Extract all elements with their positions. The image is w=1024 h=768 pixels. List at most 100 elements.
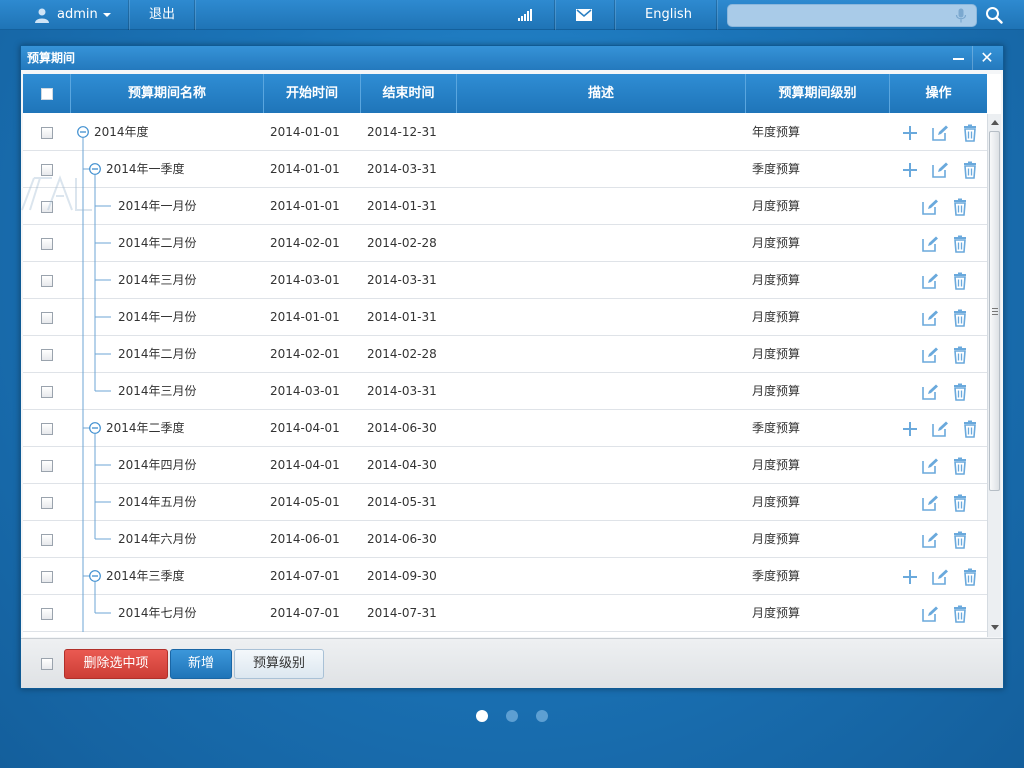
row-checkbox[interactable]	[41, 385, 53, 398]
user-menu[interactable]: admin	[57, 0, 111, 30]
budget-level-button[interactable]: 预算级别	[234, 649, 324, 679]
table-row[interactable]: 2014年七月份 2014-07-01 2014-07-31 月度预算	[23, 595, 987, 632]
add-button[interactable]: 新增	[170, 649, 232, 679]
row-checkbox-cell	[23, 558, 71, 594]
table-row[interactable]: 2014年三季度 2014-07-01 2014-09-30 季度预算	[23, 558, 987, 595]
row-checkbox[interactable]	[41, 459, 53, 472]
row-checkbox[interactable]	[41, 237, 53, 250]
table-row[interactable]: 2014年六月份 2014-06-01 2014-06-30 月度预算	[23, 521, 987, 558]
table-row[interactable]: 2014年五月份 2014-05-01 2014-05-31 月度预算	[23, 484, 987, 521]
edit-icon[interactable]	[921, 272, 939, 290]
row-checkbox[interactable]	[41, 570, 53, 583]
trash-icon[interactable]	[961, 161, 979, 179]
edit-icon[interactable]	[931, 124, 949, 142]
search-input[interactable]	[727, 4, 977, 27]
edit-icon[interactable]	[921, 457, 939, 475]
edit-icon[interactable]	[921, 494, 939, 512]
pager-dot-2[interactable]	[506, 710, 518, 722]
row-checkbox[interactable]	[41, 274, 53, 287]
edit-icon[interactable]	[921, 235, 939, 253]
row-actions	[891, 188, 987, 224]
scroll-up-button[interactable]	[988, 116, 1001, 130]
add-child-icon[interactable]	[901, 420, 919, 438]
collapse-toggle-icon[interactable]	[89, 163, 101, 175]
row-checkbox[interactable]	[41, 348, 53, 361]
trash-icon[interactable]	[951, 383, 969, 401]
trash-icon[interactable]	[951, 198, 969, 216]
trash-icon[interactable]	[951, 531, 969, 549]
edit-icon[interactable]	[921, 346, 939, 364]
row-checkbox[interactable]	[41, 163, 53, 176]
mail-icon[interactable]	[576, 9, 592, 21]
table-row[interactable]: 2014年三月份 2014-03-01 2014-03-31 月度预算	[23, 262, 987, 299]
row-checkbox[interactable]	[41, 311, 53, 324]
trash-icon[interactable]	[951, 494, 969, 512]
row-checkbox[interactable]	[41, 496, 53, 509]
delete-selected-button[interactable]: 删除选中项	[64, 649, 168, 679]
edit-icon[interactable]	[921, 605, 939, 623]
trash-icon[interactable]	[951, 235, 969, 253]
start-date: 2014-04-01	[270, 421, 340, 435]
trash-icon[interactable]	[961, 568, 979, 586]
scroll-thumb[interactable]	[989, 131, 1000, 491]
column-header-end[interactable]: 结束时间	[361, 74, 457, 113]
trash-icon[interactable]	[951, 457, 969, 475]
scroll-down-button[interactable]	[988, 621, 1001, 635]
period-level: 月度预算	[752, 384, 801, 398]
table-row[interactable]: 2014年四月份 2014-04-01 2014-04-30 月度预算	[23, 447, 987, 484]
table-row[interactable]: 2014年三月份 2014-03-01 2014-03-31 月度预算	[23, 373, 987, 410]
table-row[interactable]: 2014年二月份 2014-02-01 2014-02-28 月度预算	[23, 225, 987, 262]
trash-icon[interactable]	[951, 309, 969, 327]
collapse-toggle-icon[interactable]	[77, 126, 89, 138]
table-row[interactable]: 2014年一季度 2014-01-01 2014-03-31 季度预算	[23, 151, 987, 188]
vertical-scrollbar[interactable]	[987, 114, 1001, 637]
table-row[interactable]: 2014年二月份 2014-02-01 2014-02-28 月度预算	[23, 336, 987, 373]
row-checkbox[interactable]	[41, 533, 53, 546]
column-header-start[interactable]: 开始时间	[264, 74, 361, 113]
row-checkbox[interactable]	[41, 607, 53, 620]
column-header-name[interactable]: 预算期间名称	[71, 74, 264, 113]
table-row[interactable]: 2014年度 2014-01-01 2014-12-31 年度预算	[23, 114, 987, 151]
footer-select-all-checkbox[interactable]	[41, 658, 53, 670]
edit-icon[interactable]	[931, 568, 949, 586]
start-date: 2014-07-01	[270, 569, 340, 583]
edit-icon[interactable]	[921, 383, 939, 401]
pager-dot-3[interactable]	[536, 710, 548, 722]
period-name: 2014年一月份	[118, 199, 197, 213]
language-switch[interactable]: English	[645, 0, 692, 30]
select-all-checkbox[interactable]	[40, 87, 53, 100]
row-checkbox[interactable]	[41, 422, 53, 435]
add-child-icon[interactable]	[901, 124, 919, 142]
search-icon[interactable]	[985, 6, 1003, 24]
mic-icon[interactable]	[955, 8, 967, 23]
edit-icon[interactable]	[931, 420, 949, 438]
collapse-toggle-icon[interactable]	[89, 422, 101, 434]
pager-dot-1[interactable]	[476, 710, 488, 722]
edit-icon[interactable]	[921, 531, 939, 549]
row-checkbox[interactable]	[41, 126, 53, 139]
table-row[interactable]: 2014年一月份 2014-01-01 2014-01-31 月度预算	[23, 188, 987, 225]
logout-link[interactable]: 退出	[149, 0, 175, 30]
add-child-icon[interactable]	[901, 568, 919, 586]
edit-icon[interactable]	[921, 309, 939, 327]
signal-icon[interactable]	[518, 9, 532, 21]
edit-icon[interactable]	[921, 198, 939, 216]
trash-icon[interactable]	[951, 272, 969, 290]
trash-icon[interactable]	[951, 605, 969, 623]
table-row[interactable]: 2014年二季度 2014-04-01 2014-06-30 季度预算	[23, 410, 987, 447]
trash-icon[interactable]	[961, 124, 979, 142]
table-row[interactable]: 2014年一月份 2014-01-01 2014-01-31 月度预算	[23, 299, 987, 336]
row-checkbox-cell	[23, 114, 71, 150]
user-name: admin	[57, 7, 98, 22]
start-date: 2014-03-01	[270, 273, 340, 287]
trash-icon[interactable]	[951, 346, 969, 364]
row-checkbox[interactable]	[41, 200, 53, 213]
column-header-level[interactable]: 预算期间级别	[746, 74, 890, 113]
trash-icon[interactable]	[961, 420, 979, 438]
column-header-description[interactable]: 描述	[457, 74, 746, 113]
collapse-toggle-icon[interactable]	[89, 570, 101, 582]
close-button[interactable]: ✕	[973, 46, 1001, 70]
minimize-button[interactable]	[945, 46, 973, 70]
edit-icon[interactable]	[931, 161, 949, 179]
add-child-icon[interactable]	[901, 161, 919, 179]
